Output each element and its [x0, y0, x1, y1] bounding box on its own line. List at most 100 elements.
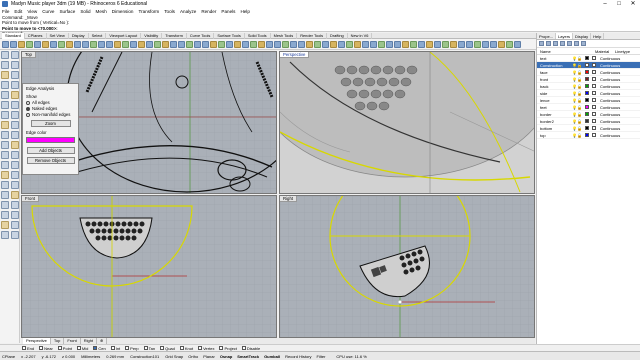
grasshopper-icon[interactable]: [346, 40, 353, 48]
pan-icon[interactable]: [82, 40, 89, 48]
shaded-icon[interactable]: [218, 40, 225, 48]
select-arrow-icon[interactable]: [1, 51, 9, 59]
copy-object-icon[interactable]: [11, 161, 19, 169]
dimension-icon[interactable]: [298, 40, 305, 48]
layer-linetype[interactable]: Continuous: [600, 84, 620, 89]
layer-row[interactable]: bottom 💡 🔓 Continuous: [537, 125, 640, 132]
four-views-icon[interactable]: [138, 40, 145, 48]
tab-select[interactable]: Select: [89, 32, 107, 39]
xray-icon[interactable]: [242, 40, 249, 48]
explode-icon[interactable]: [11, 191, 19, 199]
unlock-icon[interactable]: 🔓: [577, 105, 582, 110]
layer-color-swatch[interactable]: [585, 105, 589, 109]
layer-material-swatch[interactable]: [592, 84, 596, 88]
tab-surface-tools[interactable]: Surface Tools: [214, 32, 245, 39]
tab-display-panel[interactable]: Display: [573, 33, 592, 39]
show-icon[interactable]: [170, 40, 177, 48]
scale-icon[interactable]: [11, 171, 19, 179]
layer-material-swatch[interactable]: [592, 63, 596, 67]
help-icon[interactable]: [282, 40, 289, 48]
layer-material-swatch[interactable]: [592, 112, 596, 116]
viewport-right[interactable]: Right: [279, 195, 535, 338]
copy-icon[interactable]: [50, 40, 57, 48]
zoom-button[interactable]: Zoom: [30, 120, 71, 127]
osnap-cen[interactable]: Cen: [93, 346, 106, 351]
layer-material-swatch[interactable]: [592, 98, 596, 102]
layer-row[interactable]: back 💡 🔓 Continuous: [537, 83, 640, 90]
extra-icon[interactable]: [450, 40, 457, 48]
osnap-project[interactable]: Project: [219, 346, 237, 351]
menu-panels[interactable]: Panels: [221, 9, 235, 14]
properties-icon[interactable]: [202, 40, 209, 48]
extend-icon[interactable]: [1, 111, 9, 119]
block-icon[interactable]: [338, 40, 345, 48]
add-objects-button[interactable]: Add Objects: [26, 147, 75, 154]
layer-color-swatch[interactable]: [585, 63, 589, 67]
extra-icon[interactable]: [442, 40, 449, 48]
analyze-tool-icon[interactable]: [11, 221, 19, 229]
hatch-icon[interactable]: [314, 40, 321, 48]
layer-linetype[interactable]: Continuous: [600, 91, 620, 96]
tab-display[interactable]: Display: [69, 32, 89, 39]
planar-icon[interactable]: [402, 40, 409, 48]
tab-standard[interactable]: Standard: [2, 32, 25, 39]
tab-help[interactable]: Help: [591, 33, 605, 39]
layer-row[interactable]: top 💡 🔓 Continuous: [537, 132, 640, 139]
layer-linetype[interactable]: Continuous: [600, 119, 620, 124]
status-toggle-ortho[interactable]: Ortho: [188, 354, 198, 359]
script-icon[interactable]: [354, 40, 361, 48]
cylinder-icon[interactable]: [11, 131, 19, 139]
layer-linetype[interactable]: Continuous: [600, 98, 620, 103]
edge-color-swatch[interactable]: [26, 137, 75, 143]
text-icon[interactable]: [306, 40, 313, 48]
filter-layers-icon[interactable]: [574, 41, 579, 46]
viewport-label-right[interactable]: Right: [280, 196, 298, 202]
layer-material-swatch[interactable]: [592, 119, 596, 123]
text-object-icon[interactable]: [11, 91, 19, 99]
osnap-near[interactable]: Near: [39, 346, 53, 351]
layer-material-swatch[interactable]: [592, 91, 596, 95]
tab-drafting[interactable]: Drafting: [327, 32, 348, 39]
tab-new-in-v6[interactable]: New in V6: [348, 32, 373, 39]
zoom-extents-icon[interactable]: [114, 40, 121, 48]
circle-icon[interactable]: [1, 71, 9, 79]
unlock-icon[interactable]: 🔓: [577, 56, 582, 61]
layer-material-swatch[interactable]: [592, 70, 596, 74]
extrude-icon[interactable]: [1, 121, 9, 129]
record-icon[interactable]: [362, 40, 369, 48]
rotate-icon[interactable]: [1, 171, 9, 179]
layer-row[interactable]: face 💡 🔓 Continuous: [537, 69, 640, 76]
dimension-tool-icon[interactable]: [1, 221, 9, 229]
unlock-icon[interactable]: 🔓: [577, 84, 582, 89]
layer-linetype[interactable]: Continuous: [600, 105, 620, 110]
lock-icon[interactable]: [178, 40, 185, 48]
cplane-icon[interactable]: [146, 40, 153, 48]
move-up-icon[interactable]: [560, 41, 565, 46]
tab-cplanes[interactable]: CPlanes: [25, 32, 47, 39]
layer-linetype[interactable]: Continuous: [600, 133, 620, 138]
menu-curve[interactable]: Curve: [42, 9, 54, 14]
extra-icon[interactable]: [482, 40, 489, 48]
offset-icon[interactable]: [11, 101, 19, 109]
tab-set-view[interactable]: Set View: [47, 32, 69, 39]
layer-color-swatch[interactable]: [585, 119, 589, 123]
arc-icon[interactable]: [11, 71, 19, 79]
osnap-disable[interactable]: Disable: [241, 346, 260, 351]
layer-material-swatch[interactable]: [592, 105, 596, 109]
close-button[interactable]: ✕: [626, 0, 640, 8]
snap-icon[interactable]: [378, 40, 385, 48]
menu-edit[interactable]: Edit: [14, 9, 22, 14]
point-icon[interactable]: [11, 51, 19, 59]
options-icon[interactable]: [274, 40, 281, 48]
unlock-icon[interactable]: 🔓: [577, 70, 582, 75]
osnap-mid[interactable]: Mid: [76, 346, 88, 351]
undo-view-icon[interactable]: [130, 40, 137, 48]
layer-linetype[interactable]: Continuous: [600, 77, 620, 82]
ghosted-icon[interactable]: [234, 40, 241, 48]
layer-row[interactable]: text 💡 🔓 Continuous: [537, 55, 640, 62]
unlock-icon[interactable]: 🔓: [577, 112, 582, 117]
extra-icon[interactable]: [498, 40, 505, 48]
status-toggle-gumball[interactable]: Gumball: [264, 354, 280, 359]
menu-dimension[interactable]: Dimension: [112, 9, 134, 14]
viewport-label-perspective[interactable]: Perspective: [280, 52, 310, 58]
